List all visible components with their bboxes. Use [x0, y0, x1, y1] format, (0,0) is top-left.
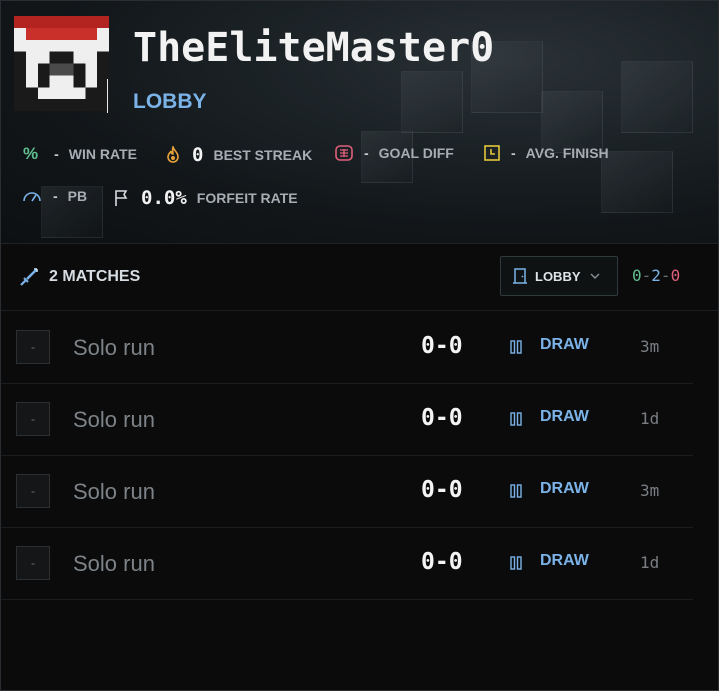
clock-icon	[484, 145, 500, 161]
match-result: DRAW	[540, 408, 589, 425]
player-status: LOBBY	[133, 90, 207, 113]
stat-forfeit-rate: 0.0% FORFEIT RATE	[113, 187, 298, 209]
match-rank: -	[16, 546, 50, 580]
stat-value: -	[53, 188, 58, 204]
stat-label: GOAL DIFF	[378, 145, 454, 161]
profile-header: TheEliteMaster0 LOBBY % - WIN RATE 0 BES…	[1, 1, 718, 244]
sword-icon	[20, 268, 38, 286]
chevron-down-icon	[590, 273, 599, 279]
match-record: 0-2-0	[632, 266, 680, 285]
door-icon	[513, 268, 527, 284]
lobby-filter-dropdown[interactable]: LOBBY	[500, 256, 618, 296]
match-description: Solo run	[73, 407, 155, 432]
stat-win-rate: % - WIN RATE	[23, 144, 137, 164]
match-time-ago: 3m	[640, 337, 660, 356]
stat-pb: - PB	[21, 187, 87, 205]
speedometer-icon	[23, 192, 41, 202]
record-draws: 2	[651, 266, 661, 285]
stat-value: 0.0%	[141, 187, 187, 209]
avatar-divider	[107, 79, 108, 113]
match-score: 0-0	[421, 333, 463, 359]
stat-best-streak: 0 BEST STREAK	[164, 144, 312, 166]
match-row[interactable]: - Solo run 0-0 DRAW 1d	[1, 383, 693, 456]
match-description: Solo run	[73, 335, 155, 360]
flag-icon	[115, 190, 128, 206]
match-result: DRAW	[540, 480, 589, 497]
background-block	[621, 61, 693, 133]
percent-icon: %	[23, 144, 39, 163]
stat-value: -	[54, 146, 59, 162]
draw-icon	[510, 340, 522, 354]
match-row[interactable]: - Solo run 0-0 DRAW 3m	[1, 311, 693, 384]
draw-icon	[510, 484, 522, 498]
filter-label: LOBBY	[535, 268, 581, 284]
match-row[interactable]: - Solo run 0-0 DRAW 1d	[1, 527, 693, 600]
match-score: 0-0	[421, 549, 463, 575]
stat-label: PB	[67, 188, 88, 204]
match-rank: -	[16, 330, 50, 364]
stat-avg-finish: - AVG. FINISH	[483, 144, 609, 162]
draw-icon	[510, 556, 522, 570]
background-block	[401, 71, 463, 133]
flame-icon	[167, 146, 179, 163]
player-name: TheEliteMaster0	[133, 25, 495, 71]
stat-label: WIN RATE	[68, 146, 137, 162]
match-score: 0-0	[421, 477, 463, 503]
stat-label: BEST STREAK	[213, 147, 313, 163]
match-row[interactable]: - Solo run 0-0 DRAW 3m	[1, 455, 693, 528]
stat-label: FORFEIT RATE	[196, 190, 298, 206]
match-result: DRAW	[540, 552, 589, 569]
match-rank: -	[16, 474, 50, 508]
match-result: DRAW	[540, 336, 589, 353]
match-time-ago: 1d	[640, 553, 660, 572]
match-rank: -	[16, 402, 50, 436]
match-time-ago: 3m	[640, 481, 660, 500]
stat-value: 0	[192, 144, 204, 166]
matches-count: 2 MATCHES	[49, 268, 141, 285]
record-separator: -	[641, 266, 652, 285]
record-separator: -	[660, 266, 671, 285]
match-time-ago: 1d	[640, 409, 660, 428]
record-wins: 0	[632, 266, 642, 285]
draw-icon	[510, 412, 522, 426]
stat-value: -	[364, 145, 369, 161]
stat-label: AVG. FINISH	[525, 145, 609, 161]
player-avatar	[14, 16, 109, 111]
match-description: Solo run	[73, 551, 155, 576]
stat-goal-diff: - GOAL DIFF	[334, 144, 454, 162]
goal-icon	[335, 145, 353, 161]
record-losses: 0	[670, 266, 681, 285]
match-score: 0-0	[421, 405, 463, 431]
profile-panel: TheEliteMaster0 LOBBY % - WIN RATE 0 BES…	[0, 0, 719, 691]
match-description: Solo run	[73, 479, 155, 504]
background-block	[601, 151, 673, 213]
stat-value: -	[511, 145, 516, 161]
